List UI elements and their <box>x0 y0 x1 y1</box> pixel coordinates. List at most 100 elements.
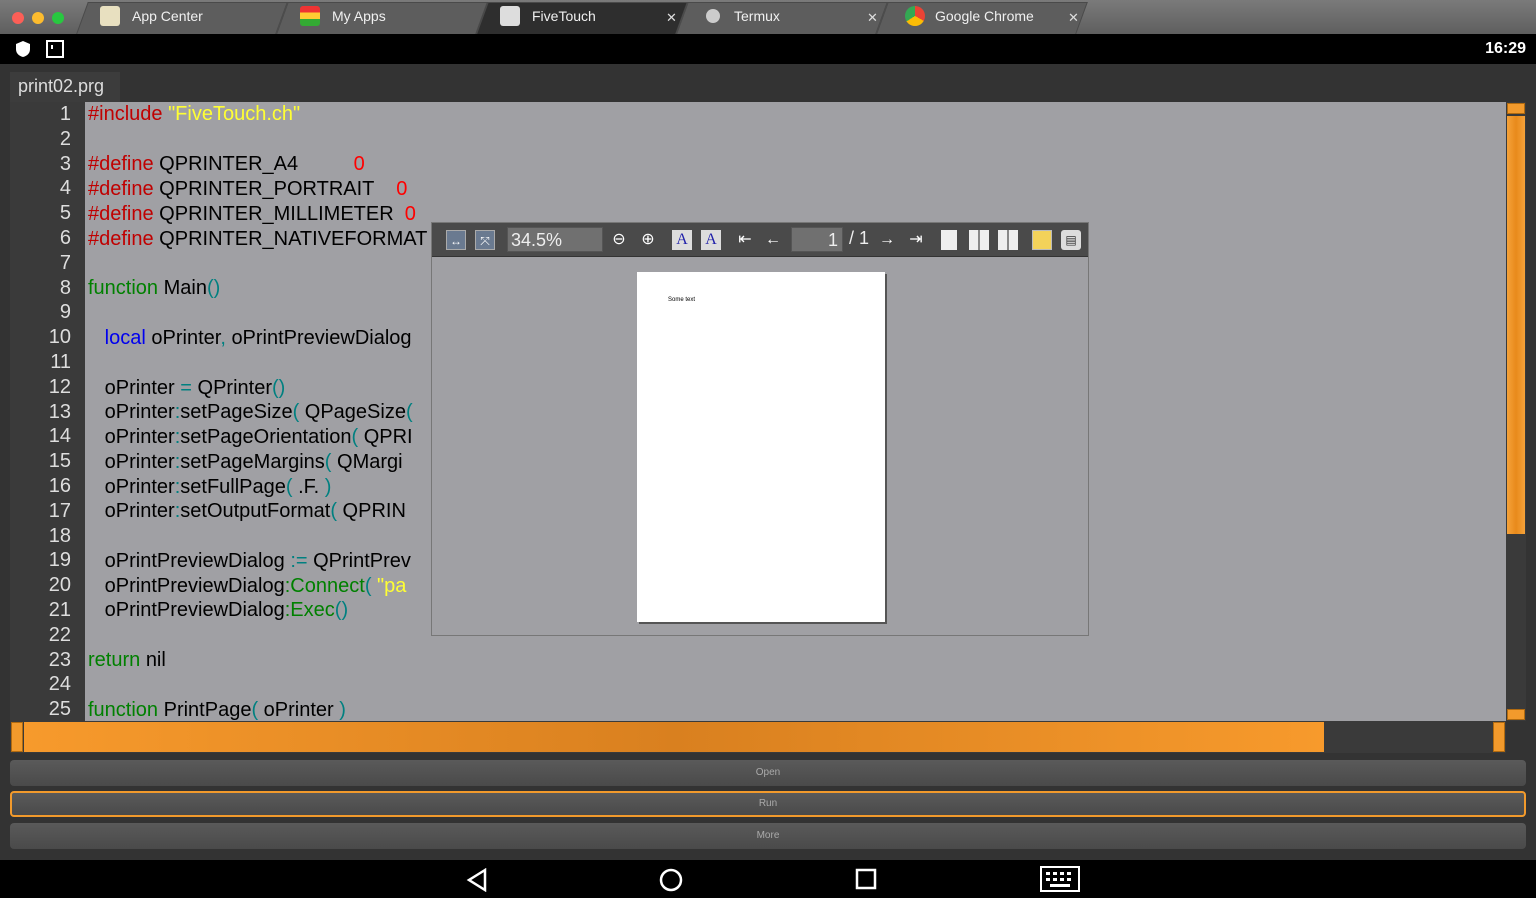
recents-icon[interactable] <box>855 868 877 890</box>
tab-chrome-content: Google Chrome <box>905 0 1034 32</box>
all-pages-icon[interactable] <box>998 230 1018 250</box>
code-line: oPrintPreviewDialog := QPrintPrev <box>88 550 411 572</box>
code-line: oPrinter:setOutputFormat( QPRIN <box>88 500 406 522</box>
scroll-right-button[interactable] <box>1493 722 1505 752</box>
scroll-up-button[interactable] <box>1507 103 1525 114</box>
android-status-bar: 16:29 <box>0 34 1536 64</box>
my-apps-icon <box>300 6 320 26</box>
last-page-icon[interactable]: ⇥ <box>906 230 926 250</box>
code-line: local oPrinter, oPrintPreviewDialog <box>104 327 412 349</box>
globe-icon <box>706 9 720 23</box>
line-number: 5 <box>59 202 71 225</box>
tab-app-center-content: App Center <box>100 0 203 32</box>
code-line: oPrinter:setPageOrientation( QPRI <box>88 426 413 448</box>
maximize-window-button[interactable] <box>52 12 64 24</box>
landscape-icon[interactable]: A <box>701 230 721 250</box>
line-number: 4 <box>59 177 71 200</box>
preview-page: Some text <box>637 272 885 622</box>
first-page-icon[interactable]: ⇤ <box>735 230 755 250</box>
code-line: function PrintPage( oPrinter ) <box>88 699 346 721</box>
print-icon[interactable]: ▤ <box>1061 230 1081 250</box>
tab-label: Google Chrome <box>935 8 1034 24</box>
facing-pages-icon[interactable] <box>969 230 989 250</box>
zoom-out-icon[interactable]: ⊖ <box>609 230 629 250</box>
close-tab-icon[interactable]: ✕ <box>1068 10 1079 26</box>
page-text: Some text <box>668 297 696 303</box>
line-number: 25 <box>48 698 71 721</box>
code-line: oPrintPreviewDialog:Exec() <box>88 599 349 621</box>
line-number: 12 <box>48 375 71 398</box>
keyboard-icon[interactable] <box>1040 866 1080 892</box>
code-line: #define QPRINTER_A4 0 <box>88 153 365 175</box>
print-preview-dialog: ↔ ⤧ 34.5% ⊖ ⊕ A A ⇤ ← 1 / 1 → ⇥ ▤ Some t… <box>431 222 1089 636</box>
tab-label: Termux <box>734 8 780 24</box>
scroll-down-button[interactable] <box>1507 709 1525 720</box>
line-number: 18 <box>48 524 71 547</box>
tab-my-apps-content: My Apps <box>300 0 386 32</box>
home-icon[interactable] <box>659 868 683 892</box>
zoom-in-icon[interactable]: ⊕ <box>638 230 658 250</box>
line-number: 14 <box>48 425 71 448</box>
code-line: oPrinter:setFullPage( .F. ) <box>88 476 332 498</box>
app-center-icon <box>100 6 120 26</box>
line-number-gutter: 1 2 3 4 5 6 7 8 9 10 11 12 13 14 15 16 17 18 19 20 21 22 23 24 2… <box>10 102 85 721</box>
line-number: 13 <box>48 400 71 423</box>
code-line: #define QPRINTER_PORTRAIT 0 <box>88 178 408 200</box>
line-number: 16 <box>48 475 71 497</box>
page-number-field[interactable]: 1 <box>791 227 843 252</box>
file-tab[interactable]: print02.prg <box>10 72 120 102</box>
line-number: 11 <box>50 351 71 373</box>
code-line: #define QPRINTER_NATIVEFORMAT <box>88 228 428 250</box>
preview-toolbar: ↔ ⤧ 34.5% ⊖ ⊕ A A ⇤ ← 1 / 1 → ⇥ ▤ <box>432 223 1088 257</box>
line-number: 17 <box>48 499 71 522</box>
code-line: return nil <box>88 649 166 671</box>
next-page-icon[interactable]: → <box>877 230 897 250</box>
close-tab-icon[interactable]: ✕ <box>867 10 878 26</box>
code-line: #include "FiveTouch.ch" <box>88 103 301 125</box>
code-line: oPrinter = QPrinter() <box>88 377 286 399</box>
line-number: 1 <box>59 103 71 125</box>
page-setup-icon[interactable] <box>1032 230 1052 250</box>
fit-width-icon[interactable]: ↔ <box>446 230 466 250</box>
code-line: oPrinter:setPageSize( QPageSize( <box>88 401 413 423</box>
zoom-field[interactable]: 34.5% <box>507 227 603 252</box>
line-number: 6 <box>59 227 71 249</box>
scroll-left-button[interactable] <box>11 722 23 752</box>
open-button[interactable]: Open <box>10 760 1526 786</box>
code-line: #define QPRINTER_MILLIMETER 0 <box>88 203 416 225</box>
close-window-button[interactable] <box>12 12 24 24</box>
portrait-icon[interactable]: A <box>672 230 692 250</box>
line-number: 24 <box>48 673 71 696</box>
tab-fivetouch-content: FiveTouch <box>500 0 596 32</box>
tab-label: My Apps <box>332 8 386 24</box>
horizontal-scroll-thumb[interactable] <box>24 722 1324 752</box>
more-button[interactable]: More <box>10 823 1526 849</box>
line-number: 21 <box>48 599 71 621</box>
run-button[interactable]: Run <box>10 791 1526 817</box>
tab-label: App Center <box>132 8 203 24</box>
minimize-window-button[interactable] <box>32 12 44 24</box>
horizontal-scrollbar[interactable] <box>10 721 1506 753</box>
code-line: oPrinter:setPageMargins( QMargi <box>88 451 403 473</box>
line-number: 3 <box>59 152 71 175</box>
page-total: / 1 <box>849 228 870 248</box>
single-page-icon[interactable] <box>941 230 957 250</box>
code-line: function Main() <box>88 277 221 299</box>
line-number: 9 <box>59 301 71 324</box>
tab-label: FiveTouch <box>532 8 596 24</box>
fivetouch-eye-icon <box>500 6 520 26</box>
code-line: oPrintPreviewDialog:Connect( "pa <box>88 575 407 597</box>
line-number: 15 <box>48 450 71 473</box>
fit-page-icon[interactable]: ⤧ <box>475 230 495 250</box>
line-number: 23 <box>48 648 71 671</box>
shield-icon <box>16 41 30 57</box>
back-icon[interactable] <box>466 868 488 892</box>
vertical-scrollbar[interactable] <box>1506 102 1526 721</box>
line-number: 19 <box>48 549 71 572</box>
vertical-scroll-thumb[interactable] <box>1507 116 1525 534</box>
line-number: 8 <box>59 276 71 299</box>
android-nav-bar <box>0 860 1536 898</box>
close-tab-icon[interactable]: ✕ <box>666 10 677 26</box>
previous-page-icon[interactable]: ← <box>763 230 783 250</box>
line-number: 20 <box>48 574 71 597</box>
